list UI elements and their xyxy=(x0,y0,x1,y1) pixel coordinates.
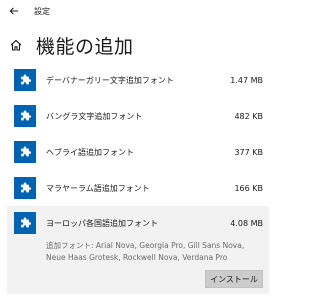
feature-list: デーバナーガリー文字追加フォント 1.47 MB バングラ文字追加フォント 48… xyxy=(7,62,269,294)
feature-size: 166 KB xyxy=(234,183,263,193)
puzzle-gear-icon xyxy=(14,105,36,127)
feature-name: デーバナーガリー文字追加フォント xyxy=(46,75,174,85)
page-header: 機能の追加 xyxy=(10,30,134,60)
puzzle-gear-icon xyxy=(14,212,36,234)
feature-item[interactable]: バングラ文字追加フォント 482 KB xyxy=(7,98,269,134)
feature-name: マラヤーラム語追加フォント xyxy=(46,183,150,193)
feature-item[interactable]: ヘブライ語追加フォント 377 KB xyxy=(7,134,269,170)
install-button[interactable]: インストール xyxy=(205,270,263,288)
feature-name: ヨーロッパ各国語追加フォント xyxy=(46,218,158,228)
title-bar: 設定 xyxy=(0,0,272,22)
feature-item[interactable]: デーバナーガリー文字追加フォント 1.47 MB xyxy=(7,62,269,98)
feature-size: 482 KB xyxy=(234,111,263,121)
feature-size: 4.08 MB xyxy=(230,218,263,228)
puzzle-gear-icon xyxy=(14,69,36,91)
feature-name: ヘブライ語追加フォント xyxy=(46,147,134,157)
feature-name: バングラ文字追加フォント xyxy=(46,111,143,121)
window-title: 設定 xyxy=(34,6,50,16)
home-icon[interactable] xyxy=(10,38,24,52)
feature-item[interactable]: マラヤーラム語追加フォント 166 KB xyxy=(7,170,269,206)
feature-row: ヨーロッパ各国語追加フォント 4.08 MB xyxy=(14,212,263,234)
feature-size: 1.47 MB xyxy=(230,75,263,85)
feature-description: 追加フォント: Arial Nova, Georgia Pro, Gill Sa… xyxy=(46,241,245,262)
back-arrow-icon[interactable] xyxy=(3,0,25,22)
page-title: 機能の追加 xyxy=(36,35,134,58)
puzzle-gear-icon xyxy=(14,141,36,163)
puzzle-gear-icon xyxy=(14,177,36,199)
feature-item-expanded[interactable]: ヨーロッパ各国語追加フォント 4.08 MB 追加フォント: Arial Nov… xyxy=(7,206,269,294)
feature-size: 377 KB xyxy=(234,147,263,157)
